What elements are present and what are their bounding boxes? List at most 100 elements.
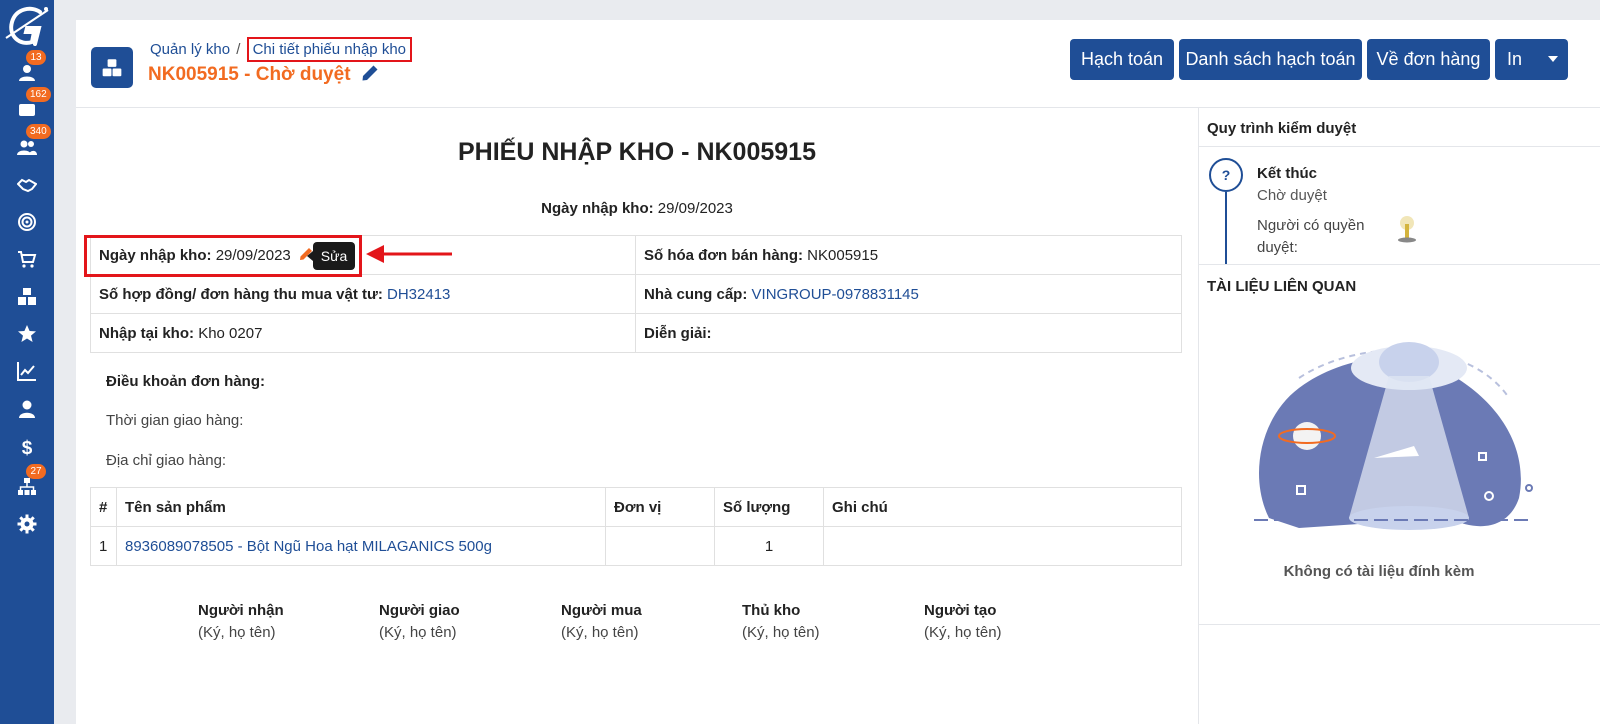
accounting-button[interactable]: Hạch toán	[1070, 39, 1174, 80]
step-title: Kết thúc	[1257, 165, 1317, 182]
contract-link[interactable]: DH32413	[387, 286, 450, 303]
gear-icon	[17, 514, 37, 534]
sidebar-item-settings[interactable]	[0, 509, 54, 539]
edit-title-button[interactable]	[361, 64, 379, 82]
sidebar-item-messages[interactable]: 162	[0, 87, 54, 125]
empty-state-illustration	[1254, 342, 1533, 530]
badge-count: 27	[26, 464, 46, 479]
step-connector	[1225, 192, 1227, 264]
document-heading: PHIẾU NHẬP KHO - NK005915	[458, 138, 816, 166]
contract-cell: Số hợp đồng/ đơn hàng thu mua vật tư: DH…	[90, 274, 636, 314]
signature-role: Người giao	[379, 602, 460, 619]
supplier-cell: Nhà cung cấp: VINGROUP-0978831145	[635, 274, 1182, 314]
invoice-label: Số hóa đơn bán hàng:	[644, 246, 803, 264]
approver-label-2: duyệt:	[1257, 239, 1298, 256]
sidebar-item-finance[interactable]: $	[0, 432, 54, 462]
users-icon	[17, 140, 37, 155]
star-icon	[18, 325, 36, 342]
signature-deliverer: Người giao (Ký, họ tên)	[379, 602, 460, 641]
warehouse-value: Kho 0207	[198, 324, 263, 342]
table-row: 1 8936089078505 - Bột Ngũ Hoa hạt MILAGA…	[90, 526, 1182, 566]
signature-note: (Ký, họ tên)	[742, 624, 820, 641]
divider	[1199, 146, 1600, 147]
breadcrumb-parent-link[interactable]: Quản lý kho	[150, 41, 230, 58]
sidebar-item-staff[interactable]	[0, 394, 54, 424]
print-button[interactable]: In	[1495, 39, 1568, 80]
signature-role: Người tạo	[924, 602, 997, 619]
step-status-icon: ?	[1209, 158, 1243, 192]
signature-creator: Người tạo (Ký, họ tên)	[924, 602, 1002, 641]
page-header: Quản lý kho / Chi tiết phiếu nhập kho NK…	[76, 20, 1600, 108]
sidebar-item-reports[interactable]	[0, 356, 54, 386]
sidebar-item-deals[interactable]	[0, 170, 54, 200]
boxes-icon	[18, 288, 36, 305]
document-date: Ngày nhập kho: 29/09/2023	[76, 200, 1198, 217]
description-cell: Diễn giải:	[635, 313, 1182, 353]
divider	[1199, 624, 1600, 625]
signature-buyer: Người mua (Ký, họ tên)	[561, 602, 642, 641]
cart-icon	[18, 251, 37, 268]
inbox-icon	[19, 104, 35, 116]
document-content: PHIẾU NHẬP KHO - NK005915 Ngày nhập kho:…	[76, 108, 1198, 724]
approver-label-1: Người có quyền	[1257, 217, 1365, 234]
print-button-label: In	[1507, 49, 1523, 69]
sidebar: 13 162 340 $ 27	[0, 0, 54, 724]
right-panel: Quy trình kiểm duyệt ? Kết thúc Chờ duyệ…	[1199, 108, 1600, 724]
sidebar-item-contacts[interactable]: 13	[0, 50, 54, 88]
document-date-value: 29/09/2023	[657, 200, 733, 217]
delivery-address-label: Địa chỉ giao hàng:	[106, 452, 227, 469]
user-tie-icon	[19, 400, 35, 418]
sidebar-item-users[interactable]: 340	[0, 124, 54, 162]
breadcrumb: Quản lý kho / Chi tiết phiếu nhập kho	[150, 37, 413, 62]
pencil-icon	[362, 65, 378, 81]
warehouse-cell: Nhập tại kho: Kho 0207	[90, 313, 636, 353]
approval-title: Quy trình kiểm duyệt	[1207, 120, 1357, 137]
terms-title: Điều khoản đơn hàng:	[106, 373, 265, 390]
description-label: Diễn giải:	[644, 324, 712, 342]
breadcrumb-separator: /	[236, 41, 241, 58]
quantity-cell: 1	[714, 526, 824, 566]
supplier-label: Nhà cung cấp:	[644, 285, 748, 303]
main-card: Quản lý kho / Chi tiết phiếu nhập kho NK…	[76, 20, 1600, 724]
warehouse-module-icon	[91, 47, 133, 88]
signature-receiver: Người nhận (Ký, họ tên)	[198, 602, 284, 641]
product-table: # Tên sản phẩm Đơn vị Số lượng Ghi chú 1…	[90, 487, 1182, 566]
invoice-cell: Số hóa đơn bán hàng: NK005915	[635, 235, 1182, 275]
sidebar-item-warehouse[interactable]	[0, 282, 54, 312]
page-title: NK005915 - Chờ duyệt	[148, 64, 379, 86]
sidebar-item-organization[interactable]: 27	[0, 464, 54, 502]
supplier-link[interactable]: VINGROUP-0978831145	[752, 286, 919, 303]
signature-note: (Ký, họ tên)	[924, 624, 1002, 641]
signature-role: Người nhận	[198, 602, 284, 619]
table-row: Số hợp đồng/ đơn hàng thu mua vật tư: DH…	[90, 274, 1182, 314]
column-header: #	[90, 487, 117, 527]
column-header: Ghi chú	[823, 487, 1182, 527]
contract-label: Số hợp đồng/ đơn hàng thu mua vật tư:	[99, 285, 383, 303]
line-chart-icon	[17, 362, 36, 381]
caret-down-icon	[1548, 56, 1558, 62]
related-docs-title: TÀI LIỆU LIÊN QUAN	[1207, 278, 1357, 295]
sidebar-item-favorites[interactable]	[0, 319, 54, 349]
sitemap-icon	[18, 478, 36, 495]
badge-count: 340	[26, 124, 51, 139]
sidebar-item-goals[interactable]	[0, 207, 54, 237]
divider	[1199, 264, 1600, 265]
app-logo[interactable]	[4, 4, 50, 50]
target-icon	[18, 213, 36, 231]
person-icon	[19, 65, 35, 81]
table-row: Nhập tại kho: Kho 0207 Diễn giải:	[90, 313, 1182, 353]
invoice-value: NK005915	[807, 246, 879, 264]
table-header-row: # Tên sản phẩm Đơn vị Số lượng Ghi chú	[90, 487, 1182, 527]
badge-count: 162	[26, 87, 51, 102]
sidebar-item-sales[interactable]	[0, 244, 54, 274]
note-cell	[823, 526, 1182, 566]
to-order-button[interactable]: Về đơn hàng	[1367, 39, 1490, 80]
delivery-time-label: Thời gian giao hàng:	[106, 412, 244, 429]
empty-state-text: Không có tài liệu đính kèm	[1283, 563, 1475, 580]
warehouse-label: Nhập tại kho:	[99, 324, 195, 342]
accounting-list-button[interactable]: Danh sách hạch toán	[1179, 39, 1362, 80]
product-link[interactable]: 8936089078505 - Bột Ngũ Hoa hạt MILAGANI…	[116, 526, 606, 566]
svg-text:$: $	[22, 438, 33, 457]
edit-tooltip: Sửa	[307, 242, 355, 270]
dollar-icon: $	[22, 438, 33, 457]
